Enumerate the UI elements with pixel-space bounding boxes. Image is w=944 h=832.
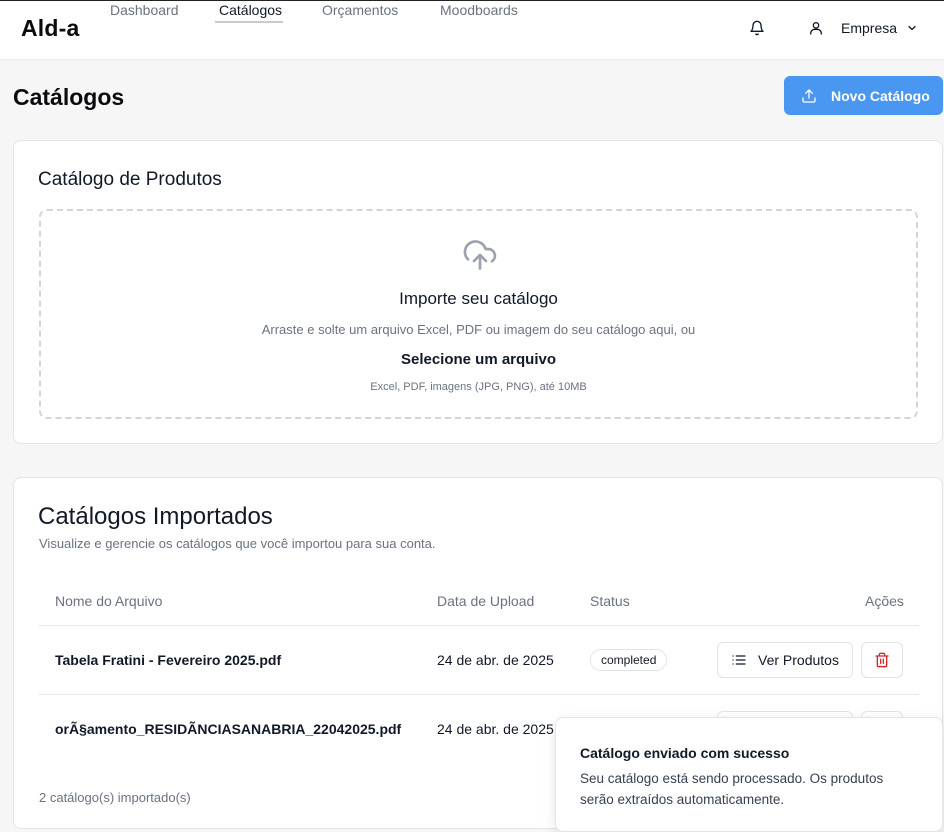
column-header-file-name: Nome do Arquivo bbox=[55, 593, 163, 609]
column-header-status: Status bbox=[590, 593, 630, 609]
nav-catalogos[interactable]: Catálogos bbox=[215, 2, 284, 23]
nav-orcamentos[interactable]: Orçamentos bbox=[322, 2, 398, 21]
table-divider bbox=[39, 694, 919, 695]
dropzone-description: Arraste e solte um arquivo Excel, PDF ou… bbox=[261, 322, 696, 337]
upload-icon bbox=[802, 88, 816, 103]
bell-icon[interactable] bbox=[749, 19, 765, 37]
imported-card-subtitle: Visualize e gerencie os catálogos que vo… bbox=[39, 536, 436, 551]
toast-body: Seu catálogo está sendo processado. Os p… bbox=[580, 771, 884, 807]
delete-button[interactable] bbox=[861, 642, 903, 678]
imported-card-title: Catálogos Importados bbox=[38, 503, 273, 530]
dropzone-title: Importe seu catálogo bbox=[399, 289, 558, 308]
select-file-link[interactable]: Selecione um arquivo bbox=[41, 351, 916, 368]
chevron-down-icon bbox=[908, 25, 916, 31]
status-badge: completed bbox=[590, 649, 668, 671]
dropzone-hint: Excel, PDF, imagens (JPG, PNG), até 10MB bbox=[370, 381, 587, 393]
column-header-upload-date: Data de Upload bbox=[437, 593, 535, 609]
cloud-upload-icon bbox=[463, 240, 497, 270]
upload-card: Catálogo de Produtos Importe seu catálog… bbox=[13, 140, 943, 444]
table-divider bbox=[39, 625, 919, 626]
new-catalog-button[interactable]: Novo Catálogo bbox=[784, 76, 943, 115]
new-catalog-label: Novo Catálogo bbox=[831, 87, 930, 104]
nav-dashboard[interactable]: Dashboard bbox=[110, 2, 179, 21]
row-file-name: Tabela Fratini - Fevereiro 2025.pdf bbox=[55, 652, 282, 668]
list-icon bbox=[732, 655, 746, 665]
imported-count: 2 catálogo(s) importado(s) bbox=[39, 790, 191, 805]
success-toast[interactable]: Catálogo enviado com sucesso Seu catálog… bbox=[555, 717, 943, 832]
nav-moodboards[interactable]: Moodboards bbox=[440, 2, 518, 21]
row-upload-date: 24 de abr. de 2025 bbox=[437, 721, 554, 737]
upload-card-title: Catálogo de Produtos bbox=[38, 169, 222, 190]
top-navbar: Ald-a Dashboard Catálogos Orçamentos Moo… bbox=[0, 0, 944, 60]
row-file-name: orÃ§amento_RESIDÃNCIASANABRIA_22042025.p… bbox=[55, 721, 402, 737]
user-icon bbox=[810, 22, 822, 35]
column-header-actions: Ações bbox=[865, 593, 904, 609]
row-upload-date: 24 de abr. de 2025 bbox=[437, 652, 554, 668]
file-dropzone[interactable]: Importe seu catálogo Arraste e solte um … bbox=[39, 209, 918, 419]
view-products-button[interactable]: Ver Produtos bbox=[717, 642, 853, 678]
app-logo[interactable]: Ald-a bbox=[21, 15, 80, 42]
user-menu-label: Empresa bbox=[841, 20, 898, 36]
page-title: Catálogos bbox=[13, 84, 125, 110]
trash-icon bbox=[875, 652, 889, 668]
view-products-label: Ver Produtos bbox=[758, 652, 839, 668]
toast-title: Catálogo enviado com sucesso bbox=[580, 745, 790, 761]
user-menu-button[interactable]: Empresa bbox=[808, 18, 918, 38]
